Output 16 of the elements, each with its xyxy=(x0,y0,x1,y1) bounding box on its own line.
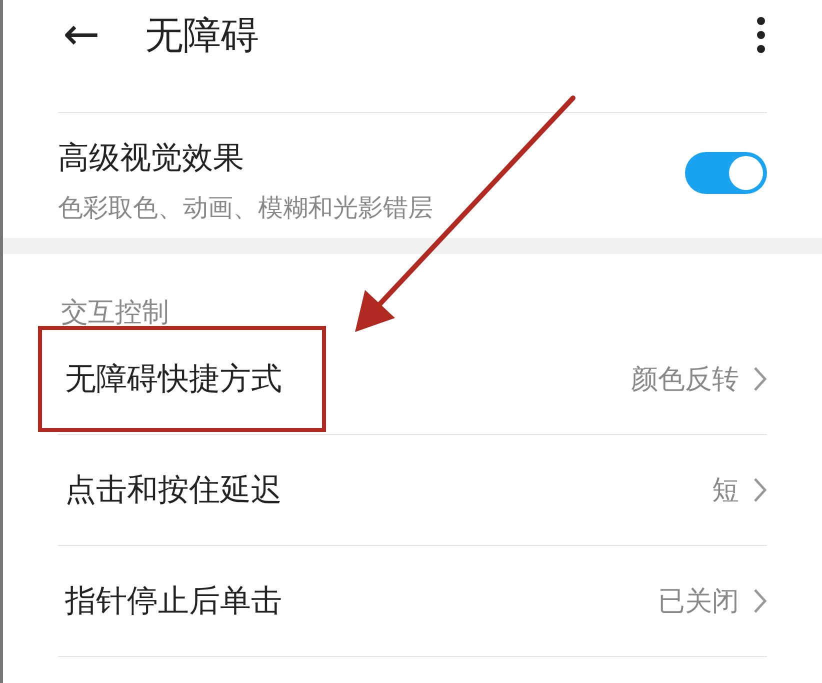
back-button[interactable]: ← xyxy=(63,13,100,57)
setting-item[interactable]: 点击和按住延迟 xyxy=(38,437,326,543)
setting-value: 颜色反转 xyxy=(631,363,739,397)
page-title: 无障碍 xyxy=(144,12,260,58)
setting-description: 色彩取色、动画、模糊和光影错层 xyxy=(58,192,433,224)
more-menu-icon[interactable] xyxy=(755,15,767,55)
setting-item[interactable]: 无障碍快捷方式 xyxy=(38,326,326,432)
toggle-switch[interactable] xyxy=(685,152,767,194)
setting-title: 高级视觉效果 xyxy=(58,139,245,178)
chevron-icon xyxy=(753,588,767,614)
chevron-icon xyxy=(753,477,767,503)
setting-item[interactable]: 指针停止后单击 xyxy=(38,548,326,654)
setting-value: 已关闭 xyxy=(658,585,739,619)
section-header: 交互控制 xyxy=(60,296,170,324)
setting-value: 短 xyxy=(712,474,739,508)
chevron-icon xyxy=(753,366,767,392)
